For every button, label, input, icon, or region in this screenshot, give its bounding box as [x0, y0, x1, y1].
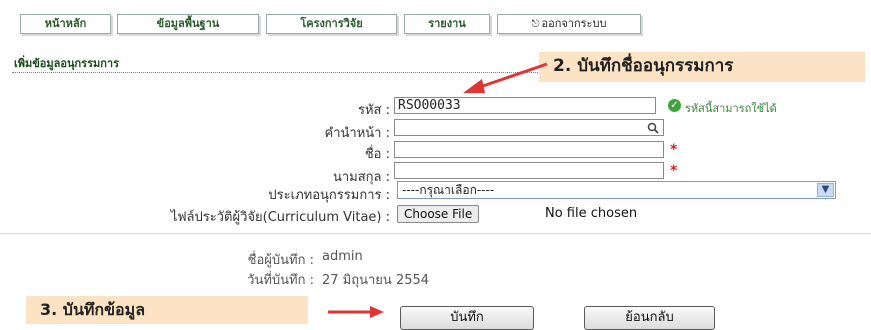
- tab-logout[interactable]: ⎋ ออกจากระบบ: [497, 14, 641, 34]
- type-label: ประเภทอนุกรรมการ :: [268, 188, 390, 203]
- tab-home[interactable]: หน้าหลัก: [20, 14, 111, 34]
- firstname-input[interactable]: [394, 141, 664, 158]
- tab-logout-label: ออกจากระบบ: [541, 17, 607, 30]
- back-button[interactable]: ย้อนกลับ: [584, 306, 715, 330]
- section-title: เพิ่มข้อมูลอนุกรรมการ: [14, 57, 119, 70]
- tab-research-projects[interactable]: โครงการวิจัย: [266, 14, 397, 34]
- type-select[interactable]: ----กรุณาเลือก---- ▼: [397, 181, 836, 199]
- recorder-value: admin: [322, 249, 363, 264]
- lastname-required-mark: *: [670, 163, 678, 179]
- firstname-required-mark: *: [670, 142, 678, 158]
- callout-step2: 2. บันทึกชื่ออนุกรรมการ: [539, 52, 865, 82]
- firstname-label: ชื่อ :: [364, 147, 390, 162]
- file-status: No file chosen: [545, 206, 638, 221]
- record-date-label: วันที่บันทึก :: [247, 273, 314, 288]
- code-status: รหัสนี้สามารถใช้ได้: [685, 102, 777, 115]
- form-divider: [0, 233, 871, 234]
- code-label: รหัส :: [358, 103, 390, 118]
- tab-reports-label: รายงาน: [428, 17, 466, 30]
- top-navigation: หน้าหลัก ข้อมูลพื้นฐาน โครงการวิจัย รายง…: [0, 0, 871, 44]
- tab-reports[interactable]: รายงาน: [404, 14, 490, 34]
- callout-step3: 3. บันทึกข้อมูล: [26, 296, 308, 324]
- search-icon[interactable]: [647, 122, 659, 134]
- prefix-input[interactable]: [394, 119, 664, 136]
- logout-icon: ⎋: [531, 19, 540, 30]
- type-select-value: ----กรุณาเลือก----: [402, 183, 495, 197]
- record-date-value: 27 มิถุนายน 2554: [322, 273, 430, 288]
- arrow-step3: [328, 306, 384, 318]
- recorder-label: ชื่อผู้บันทึก :: [247, 253, 314, 268]
- check-circle-icon: ✓: [668, 99, 681, 112]
- tab-home-label: หน้าหลัก: [44, 17, 87, 30]
- arrow-step2: [463, 62, 548, 93]
- tab-basic-data-label: ข้อมูลพื้นฐาน: [156, 17, 220, 30]
- save-button[interactable]: บันทึก: [400, 306, 534, 330]
- cv-label: ไฟล์ประวัติผู้วิจัย(Curriculum Vitae) :: [170, 210, 390, 225]
- tab-research-projects-label: โครงการวิจัย: [300, 17, 363, 30]
- code-input[interactable]: RSO00033: [394, 97, 656, 114]
- lastname-input[interactable]: [394, 162, 664, 179]
- chevron-down-icon[interactable]: ▼: [817, 183, 834, 197]
- tab-basic-data[interactable]: ข้อมูลพื้นฐาน: [117, 14, 259, 34]
- choose-file-button[interactable]: Choose File: [397, 205, 480, 223]
- prefix-label: คำนำหน้า :: [324, 126, 390, 141]
